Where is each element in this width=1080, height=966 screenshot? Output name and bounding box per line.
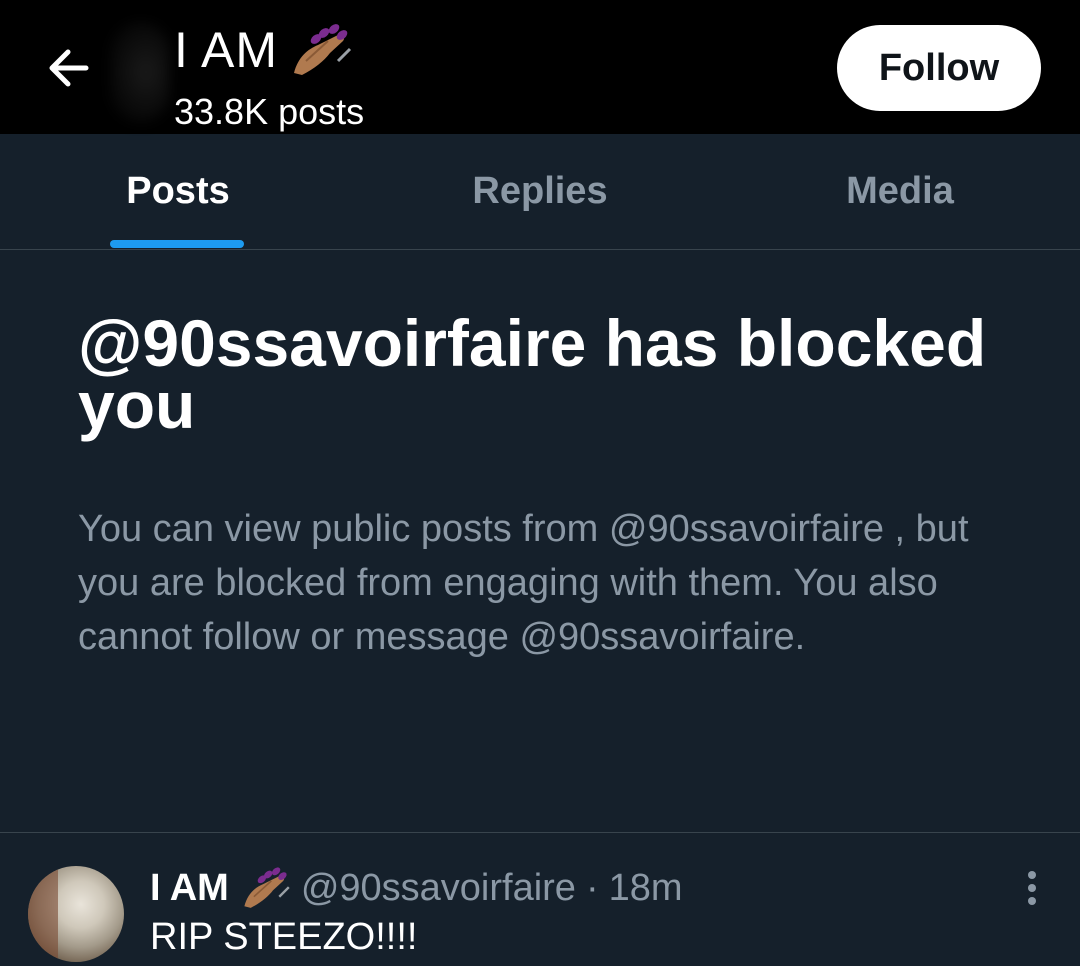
blurred-avatar: [110, 22, 170, 122]
more-button[interactable]: [1014, 868, 1050, 908]
active-tab-indicator: [110, 240, 244, 248]
profile-display-name: I AM: [174, 22, 279, 78]
profile-header: I AM 33.8K posts Follow: [0, 0, 1080, 134]
painting-nails-emoji-icon: [294, 24, 352, 75]
divider: [0, 832, 1080, 833]
avatar[interactable]: [28, 866, 124, 962]
painting-nails-emoji-icon: [244, 867, 290, 908]
post-text: RIP STEEZO!!!!: [150, 916, 418, 958]
more-vertical-icon: [1028, 871, 1036, 905]
post-count: 33.8K posts: [174, 91, 365, 132]
blocked-description: You can view public posts from @90ssavoi…: [78, 508, 969, 658]
post-handle[interactable]: @90ssavoirfaire: [301, 865, 576, 911]
tab-replies[interactable]: Replies: [420, 134, 660, 249]
back-button[interactable]: [38, 38, 98, 98]
follow-button[interactable]: Follow: [837, 25, 1041, 111]
blocked-title: @90ssavoirfaire has blocked you: [78, 306, 987, 442]
arrow-left-icon: [49, 49, 89, 87]
post-separator: ·: [585, 867, 599, 909]
tab-posts[interactable]: Posts: [60, 134, 296, 249]
post-display-name[interactable]: I AM: [150, 865, 229, 911]
profile-tabs: Posts Replies Media: [0, 134, 1080, 250]
profile-name: I AM: [174, 22, 352, 78]
tab-media[interactable]: Media: [780, 134, 1020, 249]
post-header: I AM @90ssavoirfaire · 18m: [150, 864, 683, 912]
post-timestamp[interactable]: 18m: [609, 865, 683, 911]
